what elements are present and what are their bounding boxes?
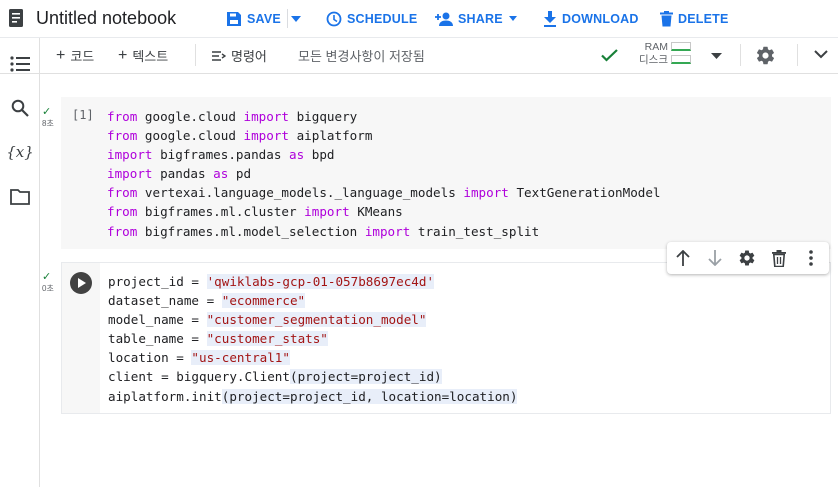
plus-icon: + — [56, 46, 66, 64]
code-line: aiplatform.init(project=project_id, loca… — [108, 388, 518, 404]
chevron-down-icon[interactable] — [814, 50, 828, 59]
download-label: DOWNLOAD — [562, 12, 639, 26]
code-line: import pandas as pd — [107, 166, 252, 182]
command-palette-button[interactable]: 명령어 — [212, 46, 267, 65]
share-label: SHARE — [458, 12, 503, 26]
code-line: location = "us-central1" — [108, 350, 290, 366]
success-check-icon: ✓ — [42, 271, 52, 283]
add-code-label: 코드 — [70, 49, 95, 64]
more-vert-icon[interactable] — [801, 248, 821, 268]
header-bar: Untitled notebook SAVE SCHEDULE SHARE DO… — [0, 0, 838, 37]
resource-meters[interactable] — [671, 42, 693, 68]
download-button[interactable]: DOWNLOAD — [543, 10, 639, 28]
trash-icon — [660, 11, 673, 27]
folder-icon[interactable] — [9, 186, 31, 208]
run-cell-button[interactable] — [70, 272, 92, 294]
toolbar-divider — [740, 44, 741, 66]
notebook-title[interactable]: Untitled notebook — [36, 8, 176, 29]
cell-2-status: ✓ 0초 — [42, 272, 54, 294]
caret-down-icon — [508, 16, 517, 21]
code-line: client = bigquery.Client(project=project… — [108, 369, 442, 385]
save-status-text: 모든 변경사항이 저장됨 — [298, 49, 425, 64]
delete-button[interactable]: DELETE — [660, 10, 729, 28]
notebook-icon — [9, 9, 23, 27]
code-line: from bigframes.ml.cluster import KMeans — [107, 204, 403, 220]
caret-down-icon — [291, 16, 301, 22]
delete-label: DELETE — [678, 12, 729, 26]
notebook-toolbar: + 코드 + 텍스트 명령어 모든 변경사항이 저장됨 RAM 디스크 — [0, 37, 838, 74]
cell-2-time: 0초 — [42, 284, 54, 293]
download-icon — [544, 11, 556, 27]
toolbar-divider — [797, 44, 798, 66]
search-icon[interactable] — [9, 97, 31, 119]
ram-label: RAM — [644, 41, 668, 53]
code-line: from bigframes.ml.model_selection import… — [107, 223, 540, 239]
schedule-button[interactable]: SCHEDULE — [326, 10, 417, 28]
ram-meter — [671, 42, 691, 51]
caret-down-icon[interactable] — [711, 53, 722, 60]
plus-icon: + — [118, 46, 128, 64]
clock-icon — [326, 11, 342, 27]
variables-icon[interactable]: {x} — [6, 141, 34, 163]
share-button[interactable]: SHARE — [435, 10, 518, 28]
gear-icon[interactable] — [755, 45, 776, 66]
add-text-label: 텍스트 — [132, 49, 169, 64]
save-icon — [227, 12, 241, 26]
code-cell-1[interactable]: [1] from google.cloud import bigquery fr… — [61, 97, 831, 249]
toolbar-divider — [195, 44, 196, 66]
code-cell-2[interactable]: project_id = 'qwiklabs-gcp-01-057b8697ec… — [61, 262, 831, 414]
save-label: SAVE — [247, 12, 281, 26]
code-line: model_name = "customer_segmentation_mode… — [108, 312, 427, 328]
left-sidebar: {x} — [0, 38, 40, 487]
save-button[interactable]: SAVE — [226, 10, 281, 28]
code-line: project_id = 'qwiklabs-gcp-01-057b8697ec… — [108, 274, 435, 289]
toc-icon[interactable] — [9, 53, 31, 75]
cell-1-status: ✓ 8초 — [42, 107, 54, 129]
disk-label: 디스크 — [639, 54, 668, 66]
person-add-icon — [435, 12, 453, 26]
code-editor[interactable]: from google.cloud import bigquery from g… — [107, 107, 661, 241]
code-line: import bigframes.pandas as bpd — [107, 147, 335, 163]
gear-icon[interactable] — [737, 248, 757, 268]
code-line: dataset_name = "ecommerce" — [108, 293, 306, 309]
add-code-button[interactable]: + 코드 — [56, 46, 94, 65]
code-line: table_name = "customer_stats" — [108, 331, 328, 347]
disk-meter — [671, 55, 691, 64]
code-line: from vertexai.language_models._language_… — [107, 185, 661, 201]
cell-toolbar — [667, 242, 829, 274]
resource-labels[interactable]: RAM 디스크 — [634, 41, 668, 67]
execution-count: [1] — [72, 108, 94, 122]
command-label: 명령어 — [231, 49, 267, 64]
trash-icon[interactable] — [769, 248, 789, 268]
arrow-down-icon[interactable] — [705, 248, 725, 268]
arrow-up-icon[interactable] — [673, 248, 693, 268]
schedule-label: SCHEDULE — [347, 12, 418, 26]
add-text-button[interactable]: + 텍스트 — [118, 46, 168, 65]
save-dropdown-button[interactable] — [291, 10, 301, 28]
cell-1-time: 8초 — [42, 119, 54, 128]
success-check-icon: ✓ — [42, 106, 52, 118]
code-line: from google.cloud import bigquery — [107, 109, 358, 124]
code-line: from google.cloud import aiplatform — [107, 128, 373, 144]
command-icon — [212, 50, 226, 61]
variables-icon-label: {x} — [6, 143, 34, 161]
connected-check-icon — [601, 49, 618, 62]
save-split-divider — [287, 9, 288, 28]
code-editor[interactable]: project_id = 'qwiklabs-gcp-01-057b8697ec… — [108, 272, 518, 406]
